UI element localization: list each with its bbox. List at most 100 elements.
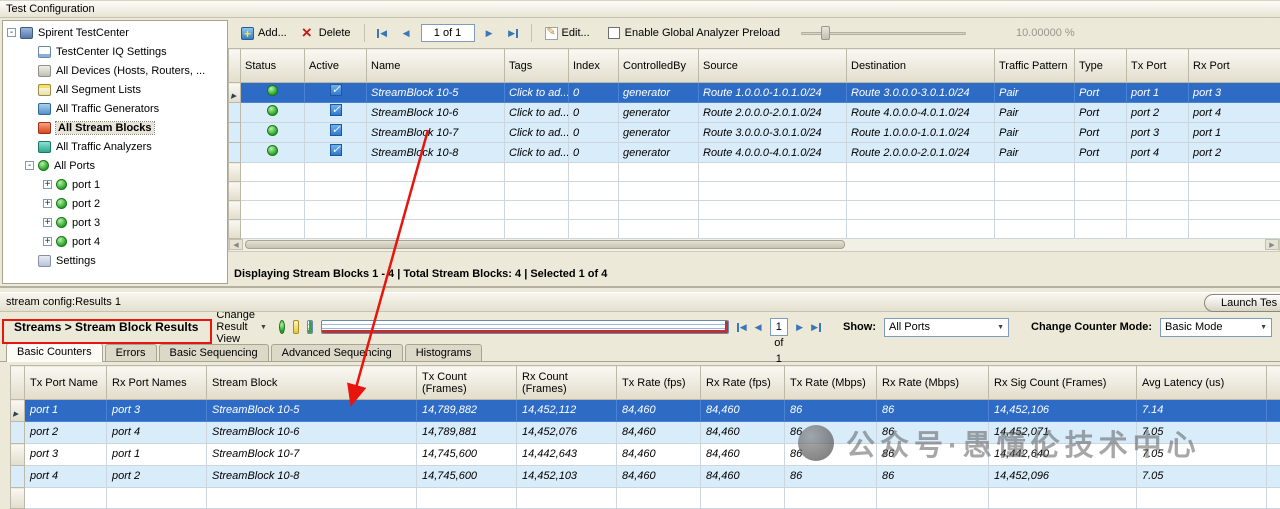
- tx-rate-fps-cell[interactable]: 84,460: [617, 422, 701, 444]
- column-header-rx-port-names[interactable]: Rx Port Names: [107, 366, 207, 400]
- source-cell[interactable]: Route 2.0.0.0-2.0.1.0/24: [699, 103, 847, 123]
- tags-cell[interactable]: Click to ad...: [505, 103, 569, 123]
- result-page-indicator[interactable]: 1 of 1: [770, 318, 789, 336]
- counter-mode-dropdown[interactable]: Basic Mode: [1160, 318, 1272, 337]
- horizontal-scrollbar[interactable]: [228, 239, 1280, 252]
- tx-count-cell[interactable]: 14,789,882: [417, 400, 517, 422]
- traffic-pattern-cell[interactable]: Pair: [995, 143, 1075, 163]
- column-header-tx-port[interactable]: Tx Port: [1127, 49, 1189, 83]
- tree-item-all-traffic-analyzers[interactable]: All Traffic Analyzers: [3, 137, 227, 156]
- row-selector[interactable]: [229, 103, 241, 123]
- tab-basic-counters[interactable]: Basic Counters: [6, 343, 103, 362]
- table-row[interactable]: StreamBlock 10-8 Click to ad... 0 genera…: [229, 143, 1280, 163]
- tags-cell[interactable]: Click to ad...: [505, 143, 569, 163]
- tx-port-cell[interactable]: port 2: [1127, 103, 1189, 123]
- tx-rate-fps-cell[interactable]: 84,460: [617, 400, 701, 422]
- tx-port-cell[interactable]: port 4: [1127, 143, 1189, 163]
- row-selector[interactable]: [229, 83, 241, 103]
- tab-advanced-sequencing[interactable]: Advanced Sequencing: [271, 344, 403, 361]
- controlledby-cell[interactable]: generator: [619, 83, 699, 103]
- slider-thumb[interactable]: [821, 26, 830, 40]
- column-header-avg-latency[interactable]: Avg Latency (us): [1137, 366, 1267, 400]
- rx-rate-fps-cell[interactable]: 84,460: [701, 422, 785, 444]
- tree-item-all-stream-blocks[interactable]: All Stream Blocks: [3, 118, 227, 137]
- name-cell[interactable]: StreamBlock 10-8: [367, 143, 505, 163]
- create-report-icon[interactable]: [293, 320, 299, 334]
- column-header-destination[interactable]: Destination: [847, 49, 995, 83]
- tx-rate-mbps-cell[interactable]: 86: [785, 466, 877, 488]
- rx-rate-fps-cell[interactable]: 84,460: [701, 466, 785, 488]
- tree-item-port-2[interactable]: port 2: [3, 194, 227, 213]
- tags-cell[interactable]: Click to ad...: [505, 83, 569, 103]
- tree-item-all-traffic-generators[interactable]: All Traffic Generators: [3, 99, 227, 118]
- tree-item-all-devices[interactable]: All Devices (Hosts, Routers, ...: [3, 61, 227, 80]
- active-checkbox[interactable]: [330, 144, 342, 156]
- collapse-icon[interactable]: [25, 161, 34, 170]
- tree-item-all-segment-lists[interactable]: All Segment Lists: [3, 80, 227, 99]
- name-cell[interactable]: StreamBlock 10-5: [367, 83, 505, 103]
- tab-histograms[interactable]: Histograms: [405, 344, 483, 361]
- last-page-button[interactable]: [504, 24, 523, 42]
- column-header-rx-rate-mbps[interactable]: Rx Rate (Mbps): [877, 366, 989, 400]
- edit-button[interactable]: Edit...: [540, 25, 595, 42]
- rx-sig-count-cell[interactable]: 14,452,096: [989, 466, 1137, 488]
- column-header-rx-rate-fps[interactable]: Rx Rate (fps): [701, 366, 785, 400]
- show-ports-dropdown[interactable]: All Ports: [884, 318, 1009, 337]
- type-cell[interactable]: Port: [1075, 143, 1127, 163]
- column-header-rx-port[interactable]: Rx Port: [1189, 49, 1280, 83]
- controlledby-cell[interactable]: generator: [619, 103, 699, 123]
- tx-count-cell[interactable]: 14,745,600: [417, 444, 517, 466]
- tx-rate-fps-cell[interactable]: 84,460: [617, 466, 701, 488]
- rx-sig-count-cell[interactable]: 14,442,640: [989, 444, 1137, 466]
- results-breadcrumb[interactable]: Streams > Stream Block Results: [8, 317, 204, 337]
- previous-result-page-button[interactable]: [755, 318, 762, 336]
- stream-block-cell[interactable]: StreamBlock 10-8: [207, 466, 417, 488]
- row-selector[interactable]: [11, 466, 25, 488]
- name-cell[interactable]: StreamBlock 10-6: [367, 103, 505, 123]
- tree-item-port-4[interactable]: port 4: [3, 232, 227, 251]
- row-selector[interactable]: [11, 444, 25, 466]
- results-row[interactable]: port 4 port 2 StreamBlock 10-8 14,745,60…: [11, 466, 1280, 488]
- controlledby-cell[interactable]: generator: [619, 143, 699, 163]
- tab-errors[interactable]: Errors: [105, 344, 157, 361]
- type-cell[interactable]: Port: [1075, 83, 1127, 103]
- rx-rate-fps-cell[interactable]: 84,460: [701, 444, 785, 466]
- column-header-status[interactable]: Status: [241, 49, 305, 83]
- tree-item-testcenter-iq-settings[interactable]: TestCenter IQ Settings: [3, 42, 227, 61]
- preload-slider[interactable]: [801, 24, 966, 42]
- launch-test-button[interactable]: Launch Tes: [1204, 294, 1280, 312]
- rx-rate-fps-cell[interactable]: 84,460: [701, 400, 785, 422]
- tx-count-cell[interactable]: 14,789,881: [417, 422, 517, 444]
- column-header-tx-rate-mbps[interactable]: Tx Rate (Mbps): [785, 366, 877, 400]
- stream-block-cell[interactable]: StreamBlock 10-7: [207, 444, 417, 466]
- active-checkbox[interactable]: [330, 124, 342, 136]
- scrollbar-thumb[interactable]: [245, 240, 845, 249]
- column-header-tx-port-name[interactable]: Tx Port Name: [25, 366, 107, 400]
- avg-latency-cell[interactable]: 7.05: [1137, 466, 1267, 488]
- rx-count-cell[interactable]: 14,442,643: [517, 444, 617, 466]
- scroll-right-icon[interactable]: [1265, 239, 1279, 250]
- rx-sig-count-cell[interactable]: 14,452,071: [989, 422, 1137, 444]
- column-header-tx-count[interactable]: Tx Count (Frames): [417, 366, 517, 400]
- source-cell[interactable]: Route 3.0.0.0-3.0.1.0/24: [699, 123, 847, 143]
- tx-rate-mbps-cell[interactable]: 86: [785, 422, 877, 444]
- table-row[interactable]: StreamBlock 10-7 Click to ad... 0 genera…: [229, 123, 1280, 143]
- column-header-name[interactable]: Name: [367, 49, 505, 83]
- rx-sig-count-cell[interactable]: 14,452,106: [989, 400, 1137, 422]
- column-header-traffic-pattern[interactable]: Traffic Pattern: [995, 49, 1075, 83]
- destination-cell[interactable]: Route 2.0.0.0-2.0.1.0/24: [847, 143, 995, 163]
- source-cell[interactable]: Route 4.0.0.0-4.0.1.0/24: [699, 143, 847, 163]
- column-header-tags[interactable]: Tags: [505, 49, 569, 83]
- collapse-icon[interactable]: [7, 28, 16, 37]
- page-indicator[interactable]: 1 of 1: [421, 24, 475, 42]
- delete-button[interactable]: Delete: [297, 25, 356, 42]
- expand-icon[interactable]: [43, 180, 52, 189]
- expand-icon[interactable]: [43, 218, 52, 227]
- table-row[interactable]: StreamBlock 10-5 Click to ad... 0 genera…: [229, 83, 1280, 103]
- row-selector[interactable]: [11, 422, 25, 444]
- results-row[interactable]: port 1 port 3 StreamBlock 10-5 14,789,88…: [11, 400, 1280, 422]
- rx-port-names-cell[interactable]: port 4: [107, 422, 207, 444]
- traffic-pattern-cell[interactable]: Pair: [995, 123, 1075, 143]
- next-result-page-button[interactable]: [796, 318, 803, 336]
- rx-port-names-cell[interactable]: port 3: [107, 400, 207, 422]
